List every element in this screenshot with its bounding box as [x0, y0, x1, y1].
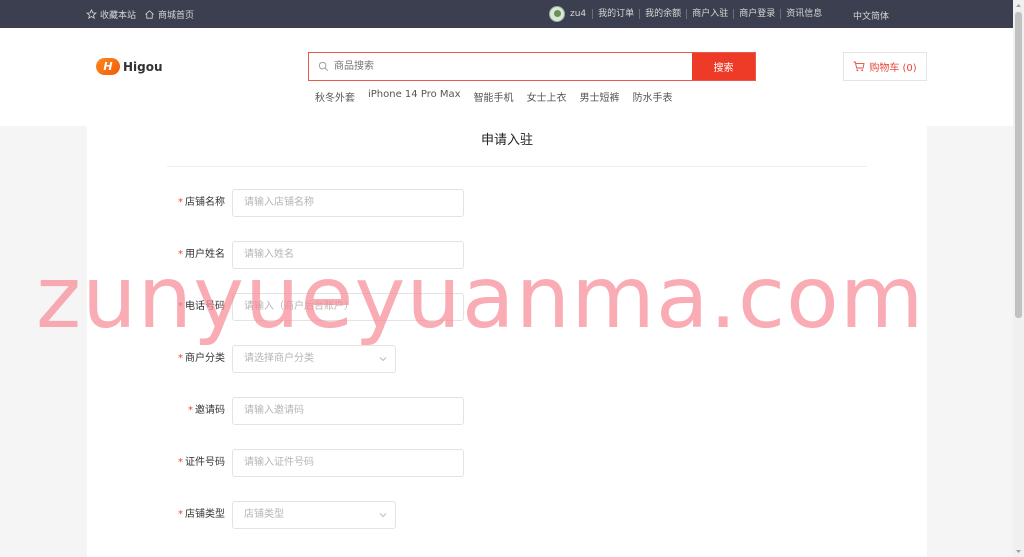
cart-button[interactable]: 购物车 (0)	[843, 52, 927, 81]
form-row-invite-code: * 邀请码 请输入邀请码	[87, 397, 927, 425]
avatar[interactable]	[549, 6, 565, 22]
id-number-label: 证件号码	[185, 457, 225, 468]
top-bar: 收藏本站 商城首页 zu4 我的订单 我的余额 商户入驻 商户登录 资讯信息 中…	[0, 0, 1013, 28]
search-button[interactable]: 搜索	[692, 53, 755, 80]
form-row-user-name: * 用户姓名 请输入姓名	[87, 241, 927, 269]
field-label: * 证件号码	[178, 449, 225, 477]
store-type-select[interactable]: 店铺类型	[232, 501, 396, 529]
required-mark: *	[178, 249, 183, 260]
chevron-down-icon	[379, 357, 387, 362]
field-label: * 店铺类型	[178, 501, 225, 529]
store-name-label: 店铺名称	[185, 197, 225, 208]
search-bar: 搜索	[308, 52, 756, 81]
field-label: * 邀请码	[188, 397, 225, 425]
phone-label: 电话号码	[185, 301, 225, 312]
hot-keyword[interactable]: 男士短裤	[580, 89, 620, 104]
id-number-input[interactable]: 请输入证件号码	[232, 449, 464, 477]
required-mark: *	[188, 405, 193, 416]
news-link[interactable]: 资讯信息	[780, 9, 827, 19]
star-icon	[86, 8, 97, 19]
field-label: * 电话号码	[178, 293, 225, 321]
scroll-up-arrow-icon[interactable]	[1013, 0, 1024, 11]
hot-keyword[interactable]: 秋冬外套	[315, 89, 355, 104]
store-name-input[interactable]: 请输入店铺名称	[232, 189, 464, 217]
home-link[interactable]: 商城首页	[144, 8, 194, 21]
cart-label: 购物车 (0)	[869, 63, 917, 74]
form-row-id-number: * 证件号码 请输入证件号码	[87, 449, 927, 477]
phone-input[interactable]: 请输入（商户后台账户）	[232, 293, 464, 321]
my-balance-link[interactable]: 我的余额	[639, 9, 686, 19]
logo-text: Higou	[123, 59, 163, 74]
user-name-label: 用户姓名	[185, 249, 225, 260]
hot-keywords: 秋冬外套 iPhone 14 Pro Max 智能手机 女士上衣 男士短裤 防水…	[315, 89, 673, 104]
required-mark: *	[178, 457, 183, 468]
search-icon	[309, 53, 331, 80]
home-label: 商城首页	[158, 10, 195, 21]
page-title: 申请入驻	[480, 133, 533, 148]
logo[interactable]: H Higou	[96, 58, 163, 75]
store-type-label: 店铺类型	[185, 509, 225, 520]
hot-keyword[interactable]: 防水手表	[633, 89, 673, 104]
merchant-login-link[interactable]: 商户登录	[733, 9, 780, 19]
my-orders-link[interactable]: 我的订单	[592, 9, 639, 19]
hot-keyword[interactable]: 女士上衣	[527, 89, 567, 104]
favorite-link[interactable]: 收藏本站	[86, 8, 136, 21]
scrollbar[interactable]	[1013, 0, 1024, 557]
form-row-merchant-category: * 商户分类 请选择商户分类	[87, 345, 927, 373]
merchant-category-placeholder: 请选择商户分类	[244, 353, 314, 364]
field-label: * 用户姓名	[178, 241, 225, 269]
divider	[167, 166, 867, 167]
required-mark: *	[178, 197, 183, 208]
merchant-join-link[interactable]: 商户入驻	[686, 9, 733, 19]
search-input[interactable]	[331, 53, 692, 80]
hot-keyword[interactable]: 智能手机	[474, 89, 514, 104]
language-selector[interactable]: 中文简体	[853, 9, 889, 22]
application-form-panel: 申请入驻 * 店铺名称 请输入店铺名称 * 用户姓名 请输入姓名 * 电话号码 请输入…	[87, 126, 927, 557]
favorite-label: 收藏本站	[100, 10, 137, 21]
hot-keyword[interactable]: iPhone 14 Pro Max	[368, 89, 461, 104]
logo-mark: H	[96, 58, 120, 75]
cart-icon	[853, 61, 865, 72]
scrollbar-thumb[interactable]	[1015, 12, 1022, 318]
required-mark: *	[178, 353, 183, 364]
username[interactable]: zu4	[570, 9, 586, 19]
field-label: * 商户分类	[178, 345, 225, 373]
invite-code-label: 邀请码	[195, 405, 225, 416]
merchant-category-select[interactable]: 请选择商户分类	[232, 345, 396, 373]
chevron-down-icon	[379, 513, 387, 518]
form-row-phone: * 电话号码 请输入（商户后台账户）	[87, 293, 927, 321]
invite-code-input[interactable]: 请输入邀请码	[232, 397, 464, 425]
required-mark: *	[178, 301, 183, 312]
scroll-down-arrow-icon[interactable]	[1013, 546, 1024, 557]
header: H Higou 搜索 秋冬外套 iPhone 14 Pro Max 智能手机 女…	[0, 28, 1013, 126]
form-row-store-type: * 店铺类型 店铺类型	[87, 501, 927, 529]
store-type-placeholder: 店铺类型	[244, 509, 284, 520]
home-icon	[145, 9, 154, 19]
field-label: * 店铺名称	[178, 189, 225, 217]
form-row-store-name: * 店铺名称 请输入店铺名称	[87, 189, 927, 217]
merchant-category-label: 商户分类	[185, 353, 225, 364]
user-name-input[interactable]: 请输入姓名	[232, 241, 464, 269]
required-mark: *	[178, 509, 183, 520]
